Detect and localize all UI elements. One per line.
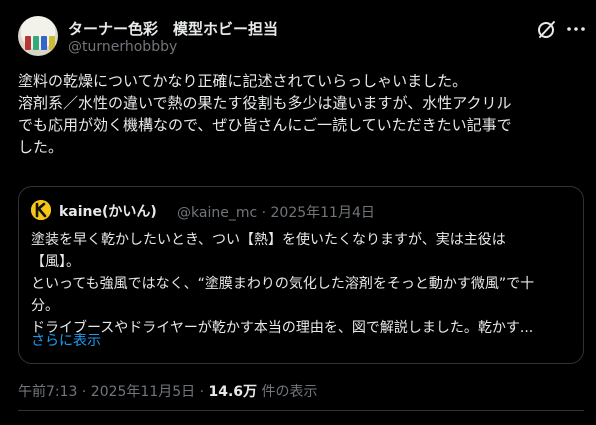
- post-timestamp[interactable]: 午前7:13 · 2025年11月5日 ·: [18, 384, 209, 400]
- quoted-text-line: ドライブースやドライヤーが乾かす本当の理由を、図で解説しました。乾かす...: [31, 320, 534, 336]
- author-handle[interactable]: @turnerhobbby: [68, 39, 177, 55]
- post-text-line: 塗料の乾燥についてかなり正確に記述されていらっしゃいました。: [18, 72, 468, 90]
- quoted-text-line: 【風】。: [31, 254, 80, 270]
- quoted-author-avatar[interactable]: [31, 200, 51, 220]
- paint-bottle-icon: [49, 36, 55, 50]
- more-button[interactable]: [564, 17, 588, 41]
- paint-bottle-icon: [33, 36, 39, 50]
- paint-bottle-icon: [25, 36, 31, 50]
- grok-icon: [538, 21, 555, 38]
- quoted-text-line: 分。: [31, 298, 59, 314]
- grok-button[interactable]: [535, 17, 559, 41]
- post-text: 塗料の乾燥についてかなり正確に記述されていらっしゃいました。 溶剤系／水性の違い…: [18, 70, 584, 158]
- quoted-text-line: といっても強風ではなく、“塗膜まわりの気化した溶剤をそっと動かす微風”で十: [31, 276, 535, 292]
- author-avatar[interactable]: [18, 16, 58, 56]
- post-text-line: した。: [18, 138, 64, 156]
- divider: [18, 410, 584, 411]
- author-display-name[interactable]: ターナー色彩 模型ホビー担当: [68, 18, 278, 39]
- views-suffix: 件の表示: [257, 384, 318, 400]
- quoted-post[interactable]: kaine(かいん) @kaine_mc · 2025年11月4日 塗装を早く乾…: [18, 186, 584, 364]
- views-count: 14.6万: [208, 384, 258, 400]
- post-meta: 午前7:13 · 2025年11月5日 · 14.6万 件の表示: [18, 381, 318, 401]
- post-text-line: でも応用が効く機構なので、ぜひ皆さんにご一読していただきたい記事で: [18, 116, 512, 134]
- kaine-k-avatar-icon: [31, 200, 51, 220]
- show-more-link[interactable]: さらに表示: [31, 330, 101, 350]
- more-icon: [567, 27, 585, 31]
- paint-bottle-icon: [41, 36, 47, 50]
- quoted-author-name[interactable]: kaine(かいん): [59, 201, 157, 221]
- post: ターナー色彩 模型ホビー担当 @turnerhobbby 塗料の乾燥についてかな…: [0, 0, 596, 425]
- post-text-line: 溶剤系／水性の違いで熱の果たす役割も多少は違いますが、水性アクリル: [18, 94, 512, 112]
- quoted-text-line: 塗装を早く乾かしたいとき、つい【熱】を使いたくなりますが、実は主役は: [31, 232, 506, 248]
- quoted-author-handle-date[interactable]: @kaine_mc · 2025年11月4日: [177, 202, 375, 222]
- quoted-post-text: 塗装を早く乾かしたいとき、つい【熱】を使いたくなりますが、実は主役は 【風】。 …: [31, 229, 571, 339]
